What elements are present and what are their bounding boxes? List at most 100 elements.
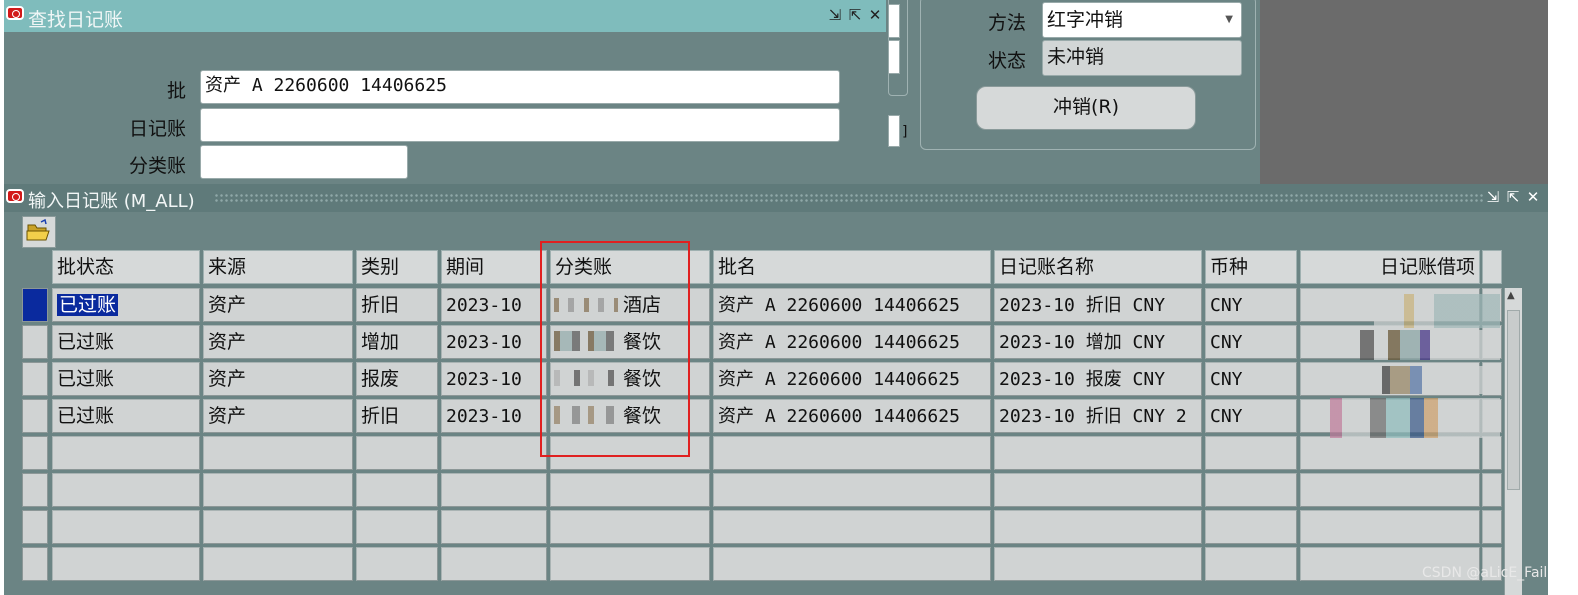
journal-field[interactable] [200, 108, 840, 142]
cell-ledger[interactable] [550, 547, 710, 581]
dropdown-arrow-icon[interactable]: ▼ [1225, 3, 1233, 37]
cell-source[interactable] [203, 547, 353, 581]
cell-journal-name[interactable]: 2023-10 报废 CNY [994, 362, 1202, 396]
row-selector[interactable] [22, 436, 48, 470]
cell-period[interactable]: 2023-10 [441, 325, 547, 359]
cell-period[interactable] [441, 473, 547, 507]
ledger-field[interactable] [200, 145, 408, 179]
cell-journal-name[interactable]: 2023-10 折旧 CNY [994, 288, 1202, 322]
batch-field[interactable]: 资产 A 2260600 14406625 [200, 70, 840, 104]
cell-currency[interactable]: CNY [1205, 325, 1297, 359]
cell-batch-name[interactable]: 资产 A 2260600 14406625 [713, 399, 991, 433]
cell-period[interactable] [441, 547, 547, 581]
row-selector[interactable] [22, 510, 48, 544]
cell-category[interactable] [356, 510, 438, 544]
close-icon[interactable]: ✕ [866, 6, 884, 24]
cell-extra[interactable] [1482, 510, 1502, 544]
cell-period[interactable]: 2023-10 [441, 399, 547, 433]
cell-batch-status[interactable] [52, 547, 200, 581]
cell-journal-name[interactable] [994, 473, 1202, 507]
cell-currency[interactable] [1205, 436, 1297, 470]
cell-batch-status[interactable]: 已过账 [52, 362, 200, 396]
cell-source[interactable] [203, 436, 353, 470]
minimize-icon[interactable]: ⇲ [1484, 188, 1502, 206]
col-header-batch-name[interactable]: 批名 [713, 250, 991, 284]
cell-category[interactable] [356, 473, 438, 507]
cell-source[interactable]: 资产 [203, 362, 353, 396]
cell-currency[interactable] [1205, 473, 1297, 507]
row-selector[interactable] [22, 362, 48, 396]
cell-journal-debit[interactable] [1300, 473, 1480, 507]
cell-extra[interactable] [1482, 436, 1502, 470]
col-header-currency[interactable]: 币种 [1205, 250, 1297, 284]
minimize-icon[interactable]: ⇲ [826, 6, 844, 24]
cell-category[interactable]: 折旧 [356, 399, 438, 433]
cell-batch-name[interactable]: 资产 A 2260600 14406625 [713, 362, 991, 396]
cell-batch-status[interactable]: 已过账 [52, 325, 200, 359]
cell-category[interactable] [356, 436, 438, 470]
cell-batch-status[interactable] [52, 510, 200, 544]
cell-category[interactable]: 增加 [356, 325, 438, 359]
cell-source[interactable]: 资产 [203, 325, 353, 359]
col-header-journal-name[interactable]: 日记账名称 [994, 250, 1202, 284]
cell-source[interactable]: 资产 [203, 288, 353, 322]
cell-ledger[interactable] [550, 510, 710, 544]
cell-source[interactable] [203, 510, 353, 544]
row-selector[interactable] [22, 473, 48, 507]
cell-currency[interactable]: CNY [1205, 288, 1297, 322]
cell-batch-name[interactable] [713, 436, 991, 470]
row-selector[interactable] [22, 399, 48, 433]
cell-currency[interactable] [1205, 547, 1297, 581]
col-header-journal-debit[interactable]: 日记账借项 [1300, 250, 1480, 284]
scrollbar-thumb[interactable] [1507, 310, 1520, 490]
cell-category[interactable]: 折旧 [356, 288, 438, 322]
cell-journal-name[interactable] [994, 547, 1202, 581]
cell-journal-debit[interactable] [1300, 436, 1480, 470]
scroll-up-icon[interactable]: ▲ [1507, 290, 1515, 301]
reverse-button[interactable]: 冲销(R) [976, 86, 1196, 130]
cell-batch-name[interactable] [713, 547, 991, 581]
col-header-period[interactable]: 期间 [441, 250, 547, 284]
col-header-batch-status[interactable]: 批状态 [52, 250, 200, 284]
cell-journal-name[interactable]: 2023-10 折旧 CNY 2 [994, 399, 1202, 433]
cell-journal-name[interactable]: 2023-10 增加 CNY [994, 325, 1202, 359]
cell-period[interactable]: 2023-10 [441, 288, 547, 322]
maximize-icon[interactable]: ⇱ [846, 6, 864, 24]
cell-category[interactable] [356, 547, 438, 581]
maximize-icon[interactable]: ⇱ [1504, 188, 1522, 206]
cell-period[interactable] [441, 510, 547, 544]
cell-currency[interactable] [1205, 510, 1297, 544]
cell-batch-status[interactable] [52, 473, 200, 507]
close-icon[interactable]: ✕ [1524, 188, 1542, 206]
row-selector-current[interactable] [22, 288, 48, 322]
cell-currency[interactable]: CNY [1205, 399, 1297, 433]
cell-extra[interactable] [1482, 473, 1502, 507]
cell-journal-name[interactable] [994, 510, 1202, 544]
method-select[interactable]: 红字冲销 ▼ [1042, 2, 1242, 38]
find-journal-titlebar[interactable]: 查找日记账 ⇲ ⇱ ✕ [4, 0, 886, 32]
cell-period[interactable]: 2023-10 [441, 362, 547, 396]
cell-batch-name[interactable]: 资产 A 2260600 14406625 [713, 288, 991, 322]
cell-batch-name[interactable] [713, 473, 991, 507]
journal-titlebar[interactable]: 输入日记账 (M_ALL) ⇲ ⇱ ✕ [4, 184, 1548, 212]
cell-journal-debit[interactable] [1300, 510, 1480, 544]
desktop-background [1260, 0, 1548, 184]
cell-batch-status[interactable]: 已过账 [52, 288, 200, 322]
cell-source[interactable]: 资产 [203, 399, 353, 433]
cell-journal-name[interactable] [994, 436, 1202, 470]
cell-batch-name[interactable]: 资产 A 2260600 14406625 [713, 325, 991, 359]
row-selector[interactable] [22, 547, 48, 581]
cell-currency[interactable]: CNY [1205, 362, 1297, 396]
col-header-category[interactable]: 类别 [356, 250, 438, 284]
cell-batch-status[interactable]: 已过账 [52, 399, 200, 433]
folder-open-button[interactable] [22, 216, 56, 248]
cell-period[interactable] [441, 436, 547, 470]
row-selector[interactable] [22, 325, 48, 359]
vertical-scrollbar[interactable]: ▲ [1504, 288, 1522, 595]
cell-category[interactable]: 报废 [356, 362, 438, 396]
cell-batch-status[interactable] [52, 436, 200, 470]
col-header-source[interactable]: 来源 [203, 250, 353, 284]
cell-ledger[interactable] [550, 473, 710, 507]
cell-source[interactable] [203, 473, 353, 507]
cell-batch-name[interactable] [713, 510, 991, 544]
